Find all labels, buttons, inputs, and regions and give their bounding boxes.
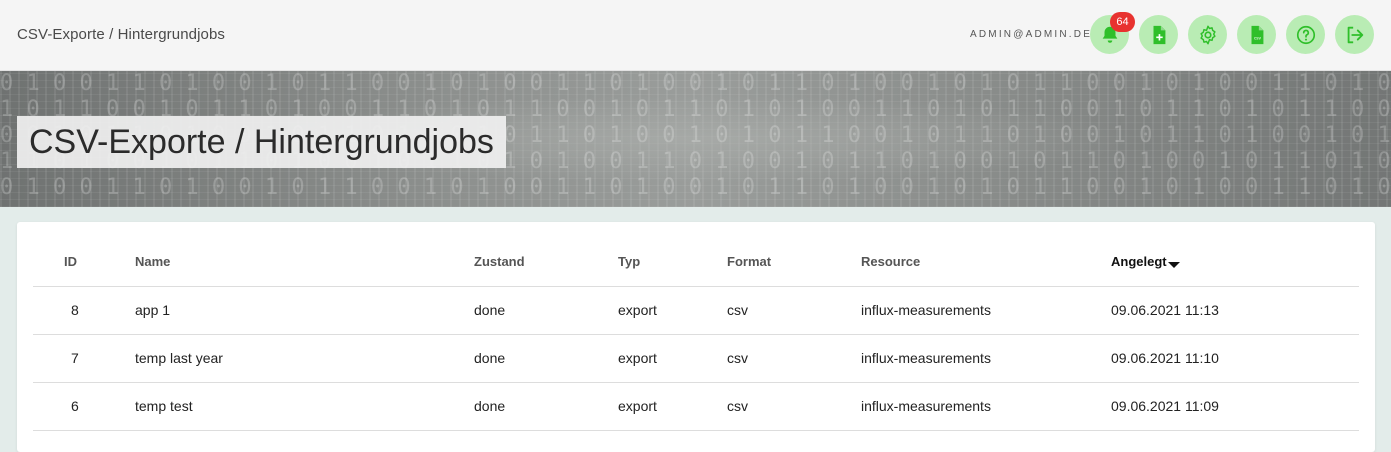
- cell-id: 7: [33, 334, 135, 383]
- column-header-resource[interactable]: Resource: [861, 238, 1111, 287]
- file-add-icon: [1153, 25, 1165, 44]
- csv-export-button[interactable]: csv: [1237, 15, 1276, 54]
- page-title: CSV-Exporte / Hintergrundjobs: [17, 116, 506, 168]
- page-banner: 0 1 0 0 1 1 0 1 0 0 1 0 1 1 0 0 1 0 1 0 …: [0, 71, 1391, 207]
- user-email[interactable]: ADMIN@ADMIN.DE: [970, 29, 1092, 40]
- cell-name: temp test: [135, 382, 474, 431]
- cell-format: csv: [727, 286, 861, 335]
- column-header-type[interactable]: Typ: [618, 238, 727, 287]
- csv-file-icon: csv: [1251, 25, 1263, 44]
- cell-resource: influx-measurements: [861, 382, 1111, 431]
- cell-resource: influx-measurements: [861, 286, 1111, 335]
- logout-icon: [1347, 26, 1363, 43]
- top-bar: CSV-Exporte / Hintergrundjobs ADMIN@ADMI…: [0, 0, 1391, 71]
- cell-created: 09.06.2021 11:09: [1111, 382, 1359, 431]
- cell-created: 09.06.2021 11:13: [1111, 286, 1359, 335]
- new-file-button[interactable]: [1139, 15, 1178, 54]
- column-header-created-label: Angelegt: [1111, 254, 1167, 270]
- help-icon: [1296, 25, 1315, 44]
- table-row[interactable]: 8 app 1 done export csv influx-measureme…: [33, 286, 1359, 335]
- table-row[interactable]: 7 temp last year done export csv influx-…: [33, 334, 1359, 383]
- cell-created: 09.06.2021 11:10: [1111, 334, 1359, 383]
- cell-type: export: [618, 382, 727, 431]
- cell-id: 8: [33, 286, 135, 335]
- cell-state: done: [474, 382, 618, 431]
- svg-text:csv: csv: [1254, 35, 1262, 40]
- cell-name: app 1: [135, 286, 474, 335]
- cell-type: export: [618, 286, 727, 335]
- cell-name: temp last year: [135, 334, 474, 383]
- cell-resource: influx-measurements: [861, 334, 1111, 383]
- jobs-table-card: ID Name Zustand Typ Format Resource Ange…: [17, 222, 1375, 452]
- sort-descending-icon: [1167, 262, 1180, 269]
- cell-id: 6: [33, 382, 135, 431]
- cell-type: export: [618, 334, 727, 383]
- cell-state: done: [474, 286, 618, 335]
- column-header-id[interactable]: ID: [33, 238, 135, 287]
- column-header-format[interactable]: Format: [727, 238, 861, 287]
- column-header-state[interactable]: Zustand: [474, 238, 618, 287]
- cell-format: csv: [727, 334, 861, 383]
- cell-format: csv: [727, 382, 861, 431]
- notifications-button[interactable]: 64: [1090, 12, 1135, 54]
- table-row[interactable]: 6 temp test done export csv influx-measu…: [33, 382, 1359, 431]
- logout-button[interactable]: [1335, 15, 1374, 54]
- breadcrumb: CSV-Exporte / Hintergrundjobs: [17, 26, 225, 43]
- table-header-row: ID Name Zustand Typ Format Resource Ange…: [33, 238, 1359, 287]
- settings-button[interactable]: [1188, 15, 1227, 54]
- help-button[interactable]: [1286, 15, 1325, 54]
- column-header-name[interactable]: Name: [135, 238, 474, 287]
- jobs-table: ID Name Zustand Typ Format Resource Ange…: [33, 238, 1359, 431]
- column-header-created[interactable]: Angelegt: [1111, 238, 1359, 287]
- notification-badge: 64: [1110, 12, 1135, 32]
- cell-state: done: [474, 334, 618, 383]
- gear-icon: [1199, 25, 1216, 44]
